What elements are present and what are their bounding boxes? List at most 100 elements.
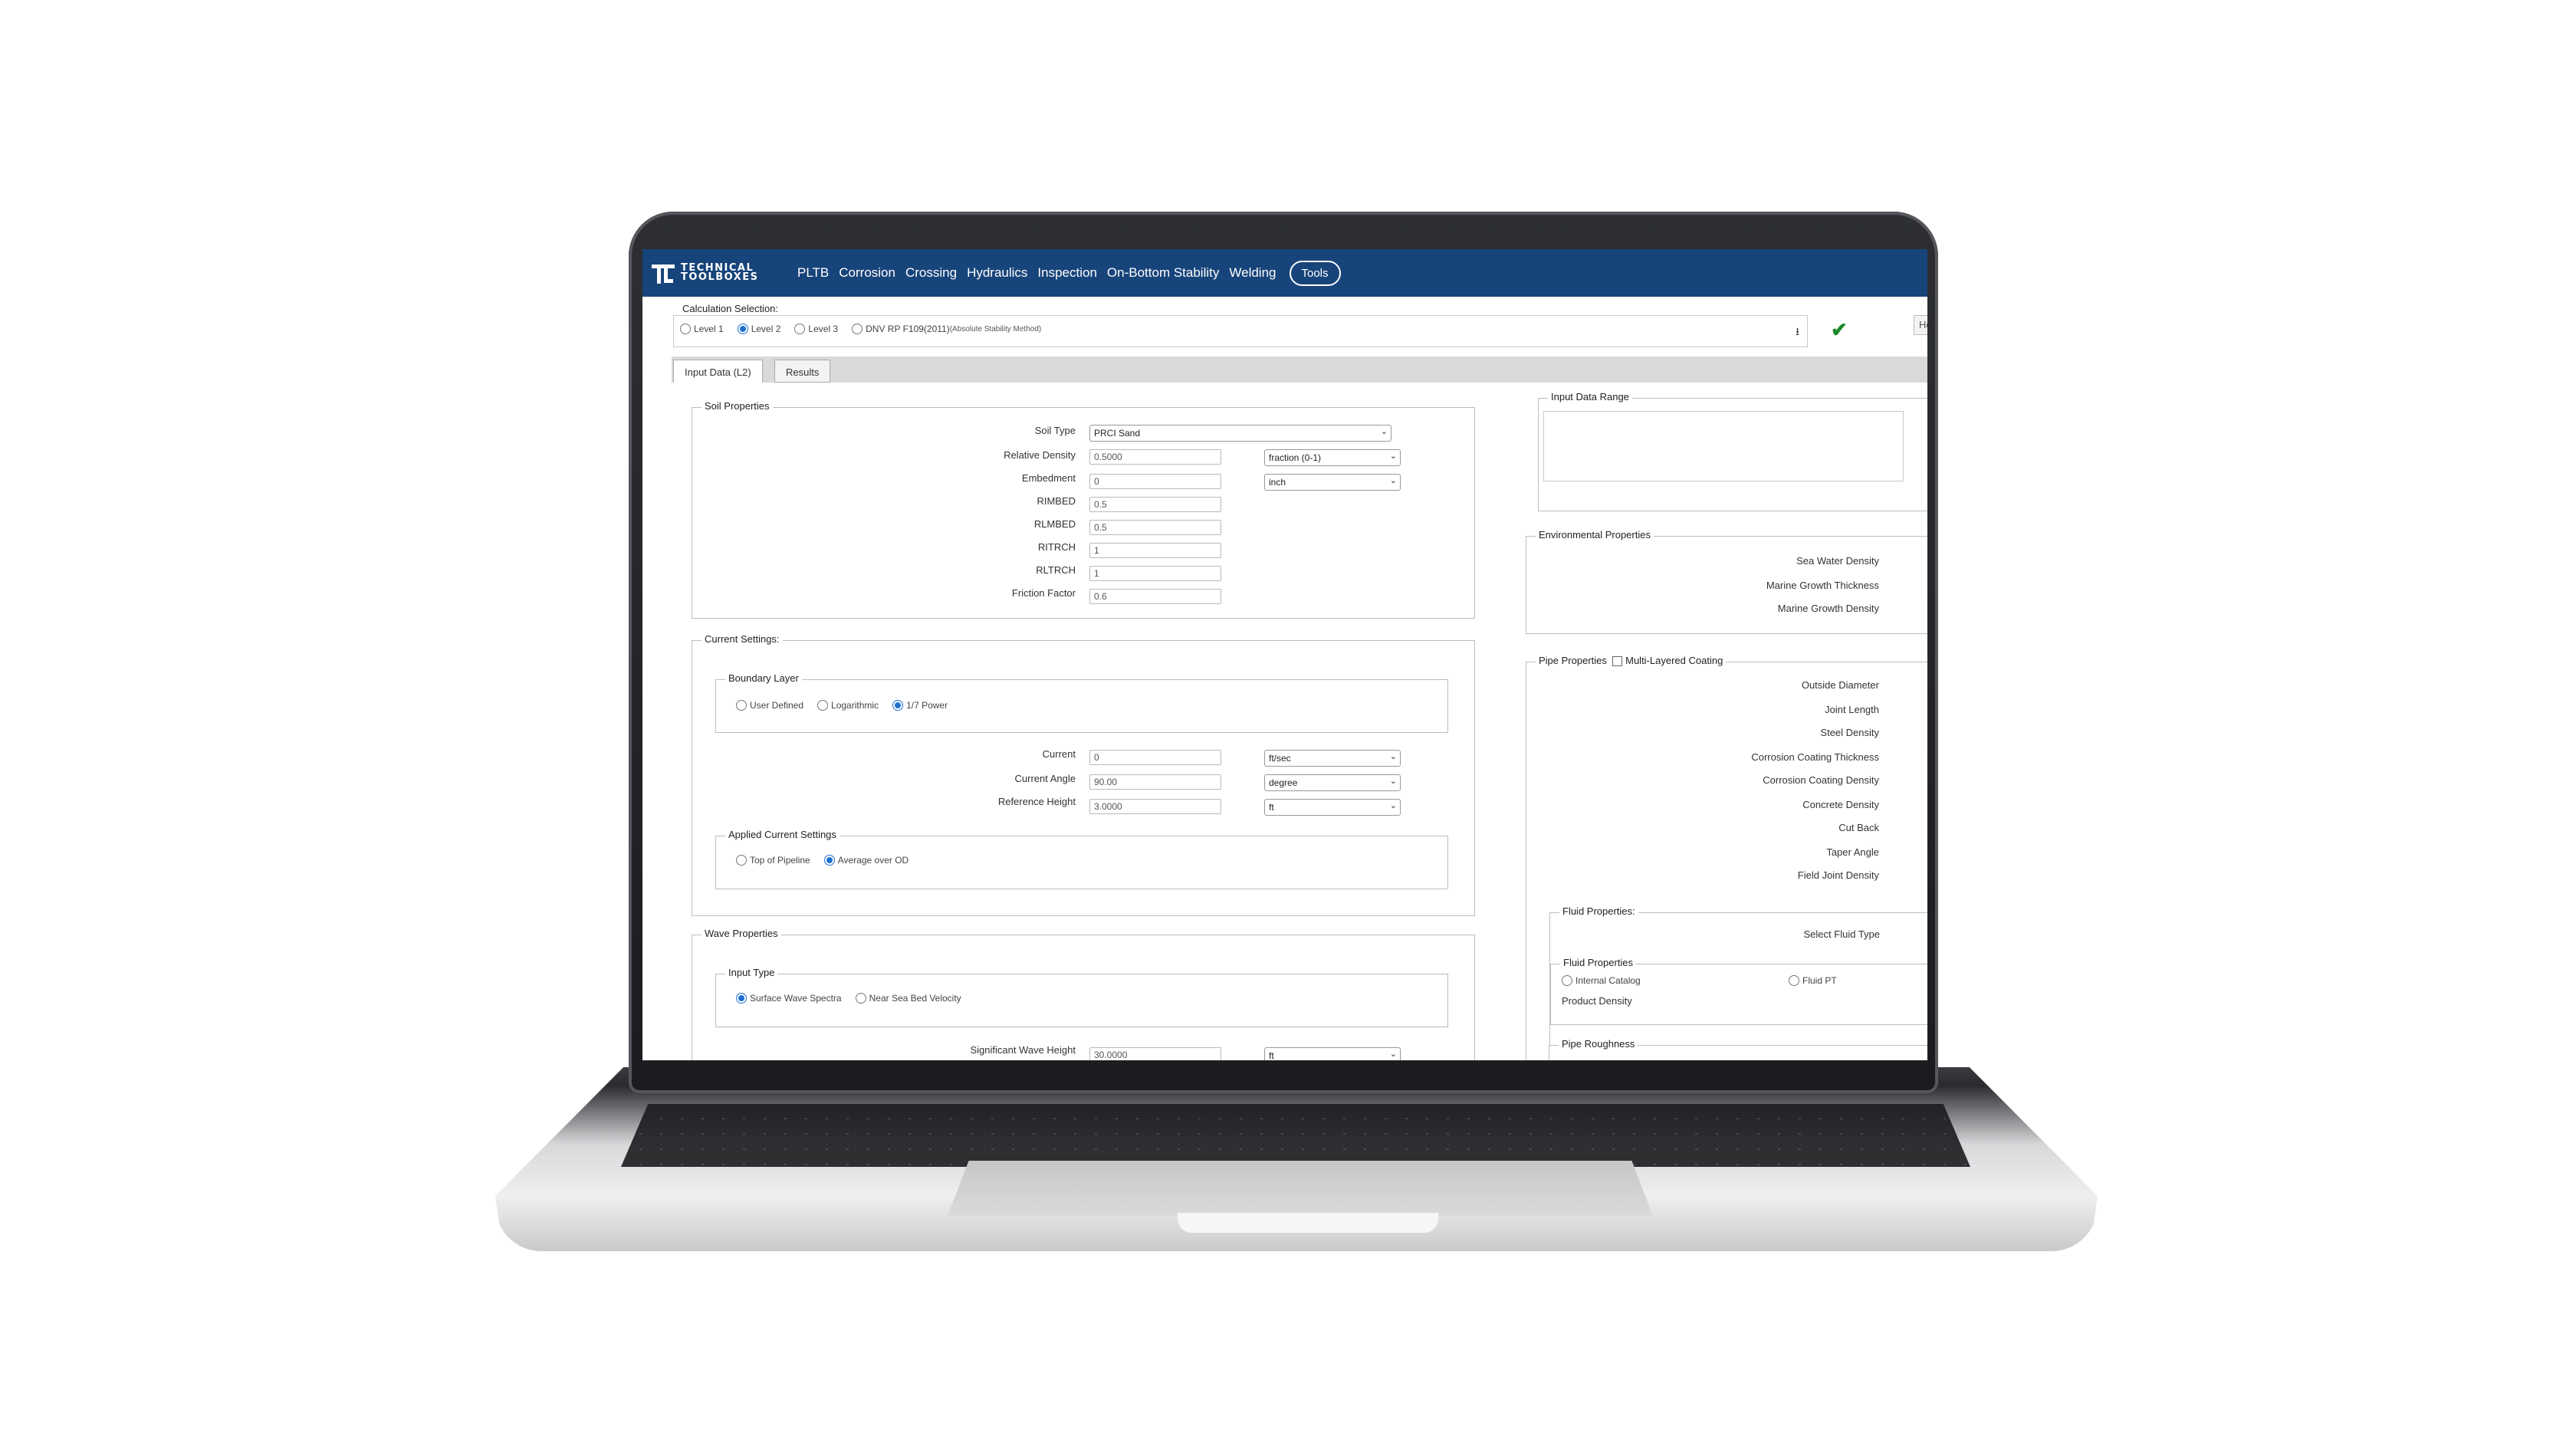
input-type-legend: Input Type — [725, 967, 778, 978]
radio-dot-selected[interactable] — [892, 700, 904, 711]
current-angle-unit: degree — [1269, 777, 1298, 788]
level-radio-group: Level 1 Level 2 Level 3 DNV RP F109(2011… — [680, 324, 1055, 334]
radio-near-sea-bed-velocity[interactable]: Near Sea Bed Velocity — [855, 993, 961, 1004]
radio-dot[interactable] — [855, 993, 866, 1004]
hor-force-button[interactable]: Hor. Fa — [1914, 315, 1927, 335]
nav-on-bottom-stability[interactable]: On-Bottom Stability — [1107, 265, 1219, 281]
radio-user-defined[interactable]: User Defined — [736, 700, 803, 711]
rltrch-input[interactable]: 1 — [1089, 566, 1221, 581]
rlmbed-label: RLMBED — [1033, 518, 1076, 530]
tools-button[interactable]: Tools — [1289, 260, 1341, 286]
brand-logo[interactable]: TECHNICAL TOOLBOXES — [650, 258, 788, 288]
significant-wave-height-unit-select[interactable]: ft ⌄ — [1264, 1047, 1401, 1060]
outside-diameter-label: Outside Diameter — [1801, 679, 1879, 691]
dnv-method-note: (Absolute Stability Method) — [949, 324, 1042, 334]
current-angle-input[interactable]: 90.00 — [1089, 774, 1221, 790]
laptop-keyboard — [621, 1104, 1970, 1167]
chevron-down-icon: ⌄ — [1389, 1050, 1397, 1059]
friction-factor-input[interactable]: 0.6 — [1089, 589, 1221, 604]
nav-welding[interactable]: Welding — [1229, 265, 1276, 281]
radio-fluid-pt[interactable]: Fluid PT — [1789, 975, 1837, 986]
radio-dot[interactable] — [794, 324, 806, 334]
radio-dot[interactable] — [817, 700, 829, 711]
radio-level-3[interactable]: Level 3 — [794, 324, 838, 334]
radio-dot-selected[interactable] — [823, 855, 835, 866]
corrosion-coating-density-label: Corrosion Coating Density — [1763, 774, 1879, 786]
nav-corrosion[interactable]: Corrosion — [839, 265, 895, 281]
relative-density-input[interactable]: 0.5000 — [1089, 449, 1221, 465]
radio-label: Level 2 — [751, 324, 781, 334]
current-unit-select[interactable]: ft/sec ⌄ — [1264, 750, 1401, 767]
nav-hydraulics[interactable]: Hydraulics — [967, 265, 1027, 281]
embedment-unit: inch — [1269, 477, 1286, 488]
pipe-roughness-panel: Pipe Roughness — [1549, 1038, 1927, 1060]
current-label: Current — [1042, 748, 1076, 760]
tab-input-data[interactable]: Input Data (L2) — [673, 360, 763, 383]
upload-icon[interactable]: ⭳ — [1796, 324, 1799, 342]
fluid-properties-inner-legend: Fluid Properties — [1560, 957, 1637, 968]
nav-crossing[interactable]: Crossing — [905, 265, 957, 281]
pipe-properties-title: Pipe Properties — [1539, 655, 1607, 666]
environmental-properties-legend: Environmental Properties — [1536, 529, 1654, 540]
current-input[interactable]: 0 — [1089, 750, 1221, 765]
select-fluid-type-label: Select Fluid Type — [1803, 928, 1880, 940]
significant-wave-height-input[interactable]: 30.0000 — [1089, 1047, 1221, 1060]
radio-label: Surface Wave Spectra — [750, 993, 842, 1004]
radio-one-seventh-power[interactable]: 1/7 Power — [892, 700, 948, 711]
boundary-layer-radio-group: User Defined Logarithmic 1/7 Power — [736, 700, 961, 711]
significant-wave-height-unit: ft — [1269, 1050, 1274, 1060]
nav-inspection[interactable]: Inspection — [1037, 265, 1097, 281]
radio-top-of-pipeline[interactable]: Top of Pipeline — [736, 855, 810, 866]
radio-level-2[interactable]: Level 2 — [737, 324, 781, 334]
input-type-panel: Input Type Surface Wave Spectra Near Sea… — [715, 967, 1448, 1027]
radio-dot[interactable] — [852, 324, 863, 334]
brand-mark-icon — [650, 260, 676, 286]
current-settings-panel: Current Settings: Boundary Layer User De… — [692, 633, 1475, 916]
radio-dot[interactable] — [1789, 975, 1799, 986]
reference-height-input[interactable]: 3.0000 — [1089, 799, 1221, 814]
reference-height-unit: ft — [1269, 802, 1274, 813]
multi-layered-coating-label: Multi-Layered Coating — [1625, 655, 1723, 666]
brand-text: TECHNICAL TOOLBOXES — [681, 263, 759, 282]
rimbed-label: RIMBED — [1037, 495, 1076, 507]
friction-factor-label: Friction Factor — [1011, 587, 1076, 599]
reference-height-unit-select[interactable]: ft ⌄ — [1264, 799, 1401, 816]
radio-logarithmic[interactable]: Logarithmic — [817, 700, 879, 711]
current-angle-label: Current Angle — [1014, 773, 1076, 784]
embedment-unit-select[interactable]: inch ⌄ — [1264, 474, 1401, 491]
radio-surface-wave-spectra[interactable]: Surface Wave Spectra — [736, 993, 842, 1004]
fluid-properties-legend: Fluid Properties: — [1559, 905, 1638, 917]
chevron-down-icon: ⌄ — [1389, 476, 1397, 485]
rimbed-input[interactable]: 0.5 — [1089, 497, 1221, 512]
current-angle-unit-select[interactable]: degree ⌄ — [1264, 774, 1401, 791]
tab-results[interactable]: Results — [774, 360, 831, 383]
nav-pltb[interactable]: PLTB — [797, 265, 829, 281]
soil-type-select[interactable]: PRCI Sand ⌄ — [1089, 425, 1392, 442]
rlmbed-input[interactable]: 0.5 — [1089, 520, 1221, 535]
radio-dot[interactable] — [736, 700, 747, 711]
radio-label: Level 3 — [808, 324, 839, 334]
embedment-input[interactable]: 0 — [1089, 474, 1221, 489]
radio-dot-selected[interactable] — [736, 993, 747, 1004]
checkmark-icon[interactable]: ✔ — [1831, 318, 1848, 342]
embedment-label: Embedment — [1021, 472, 1076, 484]
relative-density-unit-select[interactable]: fraction (0-1) ⌄ — [1264, 449, 1401, 466]
radio-label: 1/7 Power — [906, 700, 948, 711]
chevron-down-icon: ⌄ — [1389, 752, 1397, 761]
radio-level-1[interactable]: Level 1 — [680, 324, 724, 334]
radio-dot[interactable] — [736, 855, 747, 866]
multi-layered-coating-checkbox[interactable] — [1612, 656, 1623, 667]
radio-dot[interactable] — [680, 324, 691, 334]
radio-dnv-rp-f109[interactable]: DNV RP F109(2011) (Absolute Stability Met… — [852, 324, 1041, 334]
soil-type-label: Soil Type — [1034, 425, 1076, 436]
wave-properties-legend: Wave Properties — [702, 928, 781, 939]
radio-internal-catalog[interactable]: Internal Catalog — [1562, 975, 1641, 986]
applied-current-settings-panel: Applied Current Settings Top of Pipeline… — [715, 829, 1448, 889]
radio-dot-selected[interactable] — [737, 324, 748, 334]
radio-dot[interactable] — [1562, 975, 1572, 986]
pipe-properties-panel: Pipe Properties Multi-Layered Coating Ou… — [1526, 655, 1927, 1060]
ritrch-input[interactable]: 1 — [1089, 543, 1221, 558]
radio-average-over-od[interactable]: Average over OD — [823, 855, 909, 866]
relative-density-unit: fraction (0-1) — [1269, 452, 1322, 463]
applied-current-settings-legend: Applied Current Settings — [725, 829, 840, 840]
